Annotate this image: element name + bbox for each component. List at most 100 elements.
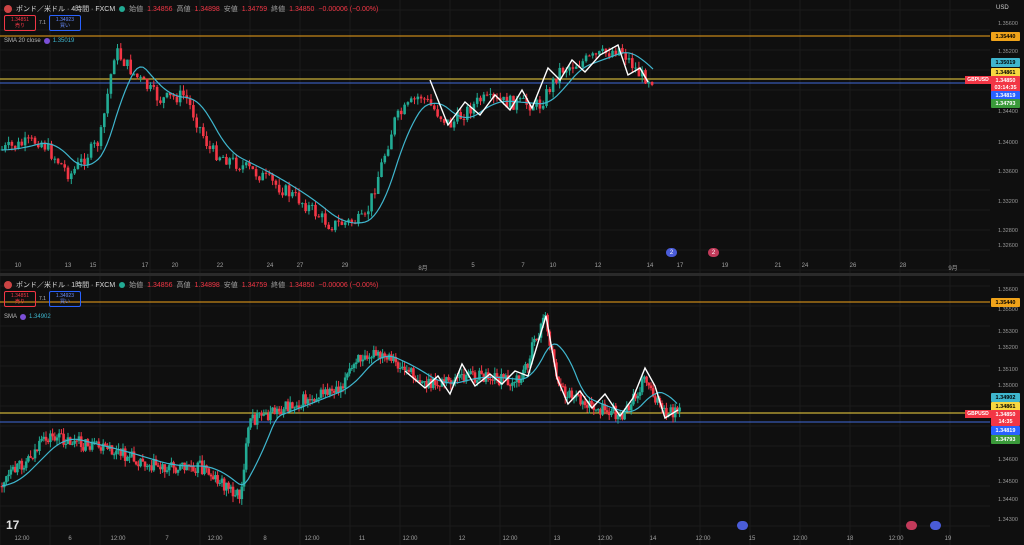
chart-pane-1h[interactable]: ポンド／米ドル · 1時間 · FXCM 始値 1.34856 高値 1.34898… xyxy=(0,276,1024,545)
candle-body xyxy=(128,456,131,458)
candle-body xyxy=(624,53,627,60)
candle-body xyxy=(30,137,33,139)
candle-body xyxy=(570,390,574,399)
candle-body xyxy=(489,93,492,95)
candle-body xyxy=(640,379,644,393)
candle-body xyxy=(439,116,443,120)
candle-body xyxy=(96,142,99,147)
candle-body xyxy=(258,176,261,181)
candle-body xyxy=(330,388,334,391)
sma-label: SMA 20 close xyxy=(4,38,41,44)
event-count: 2 xyxy=(711,249,716,256)
flag-icon xyxy=(4,281,12,289)
price-tag: 1.35019 xyxy=(991,58,1020,67)
candle-body xyxy=(218,157,222,161)
candle-body xyxy=(541,105,545,109)
x-tick: 20 xyxy=(171,263,179,269)
candle-body xyxy=(145,78,149,89)
candle-body xyxy=(73,168,76,174)
candle-body xyxy=(650,81,654,85)
buy-button[interactable]: 1.34923 買い xyxy=(48,291,81,307)
candle-body xyxy=(482,94,486,102)
candle-body xyxy=(301,203,304,205)
candle-body xyxy=(247,427,250,444)
event-marker[interactable] xyxy=(906,521,917,530)
x-tick: 9月 xyxy=(948,266,958,272)
price-tick: 1.34500 xyxy=(998,479,1018,485)
candle-body xyxy=(255,412,259,425)
symbol-title[interactable]: ポンド／米ドル · 1時間 · FXCM xyxy=(16,280,115,290)
candle-body xyxy=(291,192,294,197)
candle-body xyxy=(211,145,215,149)
spread: 7.1 xyxy=(39,296,46,302)
x-tick: 12:00 xyxy=(792,536,808,542)
open-value: 1.34856 xyxy=(147,281,173,289)
candle-body xyxy=(284,185,288,196)
currency-label[interactable]: USD xyxy=(996,5,1009,11)
candle-body xyxy=(627,58,631,60)
event-marker[interactable]: 2 xyxy=(666,248,677,257)
x-tick: 10 xyxy=(14,263,22,269)
price-tag: 1.34793 xyxy=(991,99,1020,108)
candle-body xyxy=(291,402,294,409)
candle-body xyxy=(403,366,406,371)
candle-body xyxy=(16,463,19,473)
candle-body xyxy=(360,213,363,215)
candle-body xyxy=(568,67,571,71)
buy-button[interactable]: 1.34923 買い xyxy=(48,15,81,31)
price-tick: 1.35100 xyxy=(998,367,1018,373)
indicator-icon xyxy=(43,38,50,44)
x-tick: 22 xyxy=(216,263,224,269)
candle-body xyxy=(29,456,32,458)
candle-body xyxy=(207,468,211,475)
candle-body xyxy=(152,85,156,87)
candle-body xyxy=(409,98,413,103)
x-tick: 12:00 xyxy=(14,536,30,542)
candle-body xyxy=(522,97,525,99)
legend-4h: ポンド／米ドル · 4時間 · FXCM 始値 1.34856 高値 1.34898… xyxy=(4,4,378,14)
candle-body xyxy=(13,145,17,149)
candle-body xyxy=(110,445,114,455)
sell-button[interactable]: 1.34851 売り xyxy=(4,15,36,31)
sma-legend[interactable]: SMA 1.34902 xyxy=(4,314,51,320)
chart-pane-4h[interactable]: ポンド／米ドル · 4時間 · FXCM 始値 1.34856 高値 1.34898… xyxy=(0,0,1024,273)
candle-body xyxy=(649,385,653,389)
candle-body xyxy=(115,450,118,455)
candle-body xyxy=(281,192,284,196)
candle-body xyxy=(5,476,8,483)
x-tick: 11 xyxy=(358,536,366,542)
event-marker[interactable]: 2 xyxy=(708,248,719,257)
flag-icon xyxy=(4,5,12,13)
symbol-title[interactable]: ポンド／米ドル · 4時間 · FXCM xyxy=(16,4,115,14)
event-marker[interactable] xyxy=(737,521,748,530)
x-tick: 21 xyxy=(774,263,782,269)
candle-body xyxy=(475,97,479,104)
candle-body xyxy=(361,359,365,362)
price-tag: 1.34819 xyxy=(991,426,1020,435)
candle-body xyxy=(231,486,235,497)
price-tick: 1.35000 xyxy=(998,383,1018,389)
candle-body xyxy=(400,110,403,115)
candle-body xyxy=(601,48,604,52)
candle-body xyxy=(215,145,218,161)
event-marker[interactable] xyxy=(930,521,941,530)
sell-button[interactable]: 1.34851 売り xyxy=(4,291,36,307)
candle-body xyxy=(386,149,390,156)
candle-body xyxy=(413,98,416,100)
price-tag: 1.34793 xyxy=(991,435,1020,444)
candle-body xyxy=(287,185,291,197)
change-value: −0.00006 (−0.00%) xyxy=(318,5,379,13)
candle-body xyxy=(530,342,534,359)
candle-body xyxy=(274,180,278,185)
open-value: 1.34856 xyxy=(147,5,173,13)
candle-body xyxy=(320,213,324,218)
candle-body xyxy=(142,76,146,79)
candle-body xyxy=(277,184,281,193)
candle-body xyxy=(373,193,377,195)
tradingview-logo[interactable]: 17 xyxy=(6,518,19,532)
candle-body xyxy=(254,169,258,177)
sma-legend[interactable]: SMA 20 close 1.35019 xyxy=(4,38,74,44)
candle-body xyxy=(545,89,548,106)
candle-body xyxy=(233,495,237,497)
price-tag: 1.35440 xyxy=(991,298,1020,307)
